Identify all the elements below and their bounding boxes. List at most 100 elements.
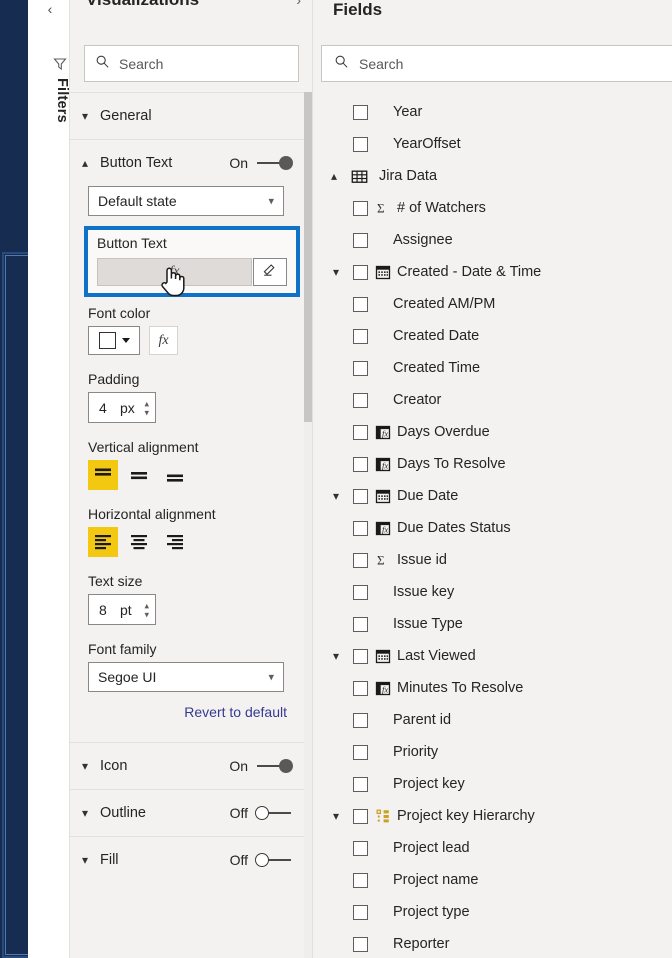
fields-search-input[interactable]: [359, 55, 609, 72]
section-header-icon[interactable]: ▾ Icon On: [70, 742, 305, 789]
chevron-down-icon[interactable]: ▾: [327, 489, 345, 503]
fill-toggle[interactable]: Off: [230, 852, 293, 868]
chevron-down-icon[interactable]: ▾: [70, 806, 100, 820]
fields-field-row[interactable]: Days Overdue: [313, 416, 672, 448]
chevron-down-icon[interactable]: ▾: [70, 109, 100, 123]
font-family-dropdown[interactable]: Segoe UI ▾: [88, 662, 284, 692]
fields-field-row[interactable]: Project type: [313, 896, 672, 928]
field-checkbox[interactable]: [353, 136, 368, 152]
toggle-switch-on[interactable]: [255, 759, 293, 773]
field-checkbox[interactable]: [353, 904, 368, 920]
fields-table-row[interactable]: ▴ Jira Data: [313, 160, 672, 192]
icon-toggle[interactable]: On: [229, 758, 293, 774]
padding-stepper[interactable]: 4 px ▴ ▾: [88, 392, 156, 423]
field-checkbox[interactable]: [353, 232, 368, 248]
fields-field-row[interactable]: ▾ Created - Date & Time: [313, 256, 672, 288]
field-checkbox[interactable]: [353, 584, 368, 600]
toggle-switch-on[interactable]: [255, 156, 293, 170]
section-header-fill[interactable]: ▾ Fill Off: [70, 836, 305, 883]
chevron-up-icon[interactable]: ▴: [70, 156, 100, 170]
field-checkbox[interactable]: [353, 200, 368, 216]
fields-field-row[interactable]: Parent id: [313, 704, 672, 736]
revert-to-default-link[interactable]: Revert to default: [70, 704, 305, 720]
chevron-down-icon[interactable]: ▾: [327, 649, 345, 663]
fields-field-row[interactable]: YearOffset: [313, 128, 672, 160]
fields-field-row[interactable]: Due Dates Status: [313, 512, 672, 544]
align-left-icon[interactable]: [88, 527, 118, 557]
section-header-general[interactable]: ▾ General: [70, 92, 305, 139]
fields-search[interactable]: [321, 45, 672, 82]
toggle-switch-off[interactable]: [255, 853, 293, 867]
fields-field-row[interactable]: Project key: [313, 768, 672, 800]
fields-field-row[interactable]: Project name: [313, 864, 672, 896]
fields-field-row[interactable]: Issue key: [313, 576, 672, 608]
field-checkbox[interactable]: [353, 264, 368, 280]
chevron-down-icon[interactable]: ▾: [268, 671, 274, 684]
fields-field-row[interactable]: Year: [313, 96, 672, 128]
visualizations-search[interactable]: [84, 45, 299, 82]
button-text-input[interactable]: fx: [97, 258, 252, 286]
visualizations-scrollbar-thumb[interactable]: [304, 92, 312, 422]
button-text-toggle[interactable]: On: [229, 155, 293, 171]
field-checkbox[interactable]: [353, 872, 368, 888]
fields-field-row[interactable]: Issue Type: [313, 608, 672, 640]
field-checkbox[interactable]: [353, 296, 368, 312]
spinner-arrows-icon[interactable]: ▴ ▾: [144, 601, 149, 619]
section-header-outline[interactable]: ▾ Outline Off: [70, 789, 305, 836]
chevron-down-icon[interactable]: ▾: [70, 759, 100, 773]
font-color-fx-button[interactable]: fx: [149, 326, 178, 355]
field-checkbox[interactable]: [353, 520, 368, 536]
caret-down-icon[interactable]: [121, 338, 130, 343]
button-state-dropdown[interactable]: Default state ▾: [88, 186, 284, 216]
fields-field-row[interactable]: Days To Resolve: [313, 448, 672, 480]
toggle-switch-off[interactable]: [255, 806, 293, 820]
align-center-icon[interactable]: [124, 527, 154, 557]
field-checkbox[interactable]: [353, 488, 368, 504]
spinner-down-icon[interactable]: ▾: [144, 408, 149, 417]
chevron-right-icon[interactable]: ›: [296, 0, 301, 8]
outline-toggle[interactable]: Off: [230, 805, 293, 821]
font-color-picker[interactable]: [88, 326, 140, 355]
field-checkbox[interactable]: [353, 392, 368, 408]
fields-field-row[interactable]: Created Time: [313, 352, 672, 384]
field-checkbox[interactable]: [353, 712, 368, 728]
field-checkbox[interactable]: [353, 552, 368, 568]
align-bottom-icon[interactable]: [160, 460, 190, 490]
search-input[interactable]: [119, 55, 279, 72]
fields-field-row[interactable]: ▾ Project key Hierarchy: [313, 800, 672, 832]
spinner-arrows-icon[interactable]: ▴ ▾: [144, 399, 149, 417]
field-checkbox[interactable]: [353, 648, 368, 664]
filters-pane-collapsed[interactable]: ‹ Filters: [28, 0, 70, 958]
fields-field-row[interactable]: Creator: [313, 384, 672, 416]
fields-field-row[interactable]: Created Date: [313, 320, 672, 352]
fields-field-row[interactable]: Priority: [313, 736, 672, 768]
chevron-down-icon[interactable]: ▾: [327, 809, 345, 823]
spinner-up-icon[interactable]: ▴: [144, 399, 149, 408]
fields-field-row[interactable]: ▾ Due Date: [313, 480, 672, 512]
field-checkbox[interactable]: [353, 936, 368, 952]
align-right-icon[interactable]: [160, 527, 190, 557]
fields-field-row[interactable]: Reporter: [313, 928, 672, 958]
field-checkbox[interactable]: [353, 840, 368, 856]
field-checkbox[interactable]: [353, 808, 368, 824]
field-checkbox[interactable]: [353, 616, 368, 632]
fields-field-row[interactable]: Minutes To Resolve: [313, 672, 672, 704]
chevron-left-icon[interactable]: ‹: [38, 0, 62, 22]
chevron-down-icon[interactable]: ▾: [70, 853, 100, 867]
fx-icon[interactable]: fx: [169, 264, 179, 280]
eraser-button[interactable]: [253, 258, 287, 286]
field-checkbox[interactable]: [353, 744, 368, 760]
align-top-icon[interactable]: [88, 460, 118, 490]
fields-field-row[interactable]: Created AM/PM: [313, 288, 672, 320]
spinner-up-icon[interactable]: ▴: [144, 601, 149, 610]
fields-field-row[interactable]: Issue id: [313, 544, 672, 576]
text-size-stepper[interactable]: 8 pt ▴ ▾: [88, 594, 156, 625]
fields-field-row[interactable]: # of Watchers: [313, 192, 672, 224]
chevron-down-icon[interactable]: ▾: [327, 265, 345, 279]
chevron-down-icon[interactable]: ▾: [268, 195, 274, 208]
section-header-button-text[interactable]: ▴ Button Text On: [70, 139, 305, 186]
field-checkbox[interactable]: [353, 680, 368, 696]
fields-field-row[interactable]: ▾ Last Viewed: [313, 640, 672, 672]
fields-field-row[interactable]: Project lead: [313, 832, 672, 864]
field-checkbox[interactable]: [353, 424, 368, 440]
